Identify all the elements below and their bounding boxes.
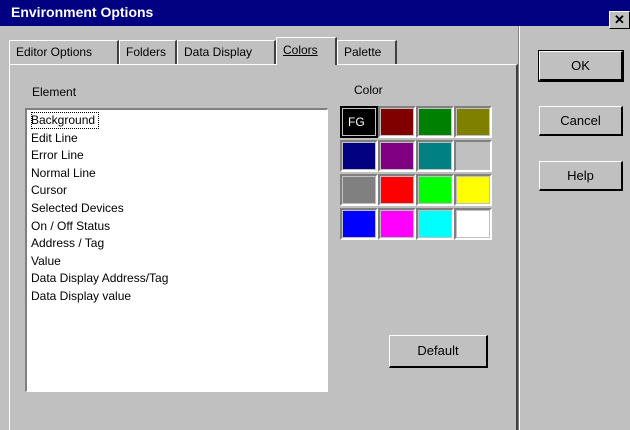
swatch-fill (457, 177, 489, 203)
swatch-fill (419, 177, 451, 203)
color-swatch[interactable] (340, 174, 378, 206)
color-swatch[interactable] (454, 208, 492, 240)
swatch-fill (381, 177, 413, 203)
swatch-fill (419, 211, 451, 237)
swatch-fill (457, 143, 489, 169)
swatch-fill (381, 211, 413, 237)
list-item[interactable]: Edit Line (31, 130, 78, 147)
tab-data-display[interactable]: Data Display (177, 40, 276, 64)
color-swatch[interactable] (378, 208, 416, 240)
default-button[interactable]: Default (389, 335, 488, 368)
tab-label: Editor Options (16, 45, 93, 59)
swatch-fill (419, 109, 451, 135)
ok-button[interactable]: OK (538, 50, 624, 82)
list-item[interactable]: Value (31, 253, 61, 270)
list-item[interactable]: Cursor (31, 182, 67, 199)
swatch-fill (343, 143, 375, 169)
color-swatch[interactable] (340, 208, 378, 240)
close-button[interactable]: ✕ (609, 11, 630, 29)
swatch-fill (419, 143, 451, 169)
cancel-button-label: Cancel (560, 113, 601, 128)
list-item[interactable]: Selected Devices (31, 200, 124, 217)
swatch-fill (343, 211, 375, 237)
color-swatch[interactable] (340, 140, 378, 172)
swatch-fill (381, 109, 413, 135)
swatch-fill (457, 109, 489, 135)
fg-marker: FG (348, 115, 365, 129)
ok-button-label: OK (571, 58, 590, 73)
list-item[interactable]: Data Display Address/Tag (31, 270, 168, 287)
list-item[interactable]: Normal Line (31, 165, 96, 182)
list-item[interactable]: Error Line (31, 147, 84, 164)
element-label: Element (32, 85, 77, 99)
color-swatch[interactable] (416, 208, 454, 240)
color-swatch[interactable] (416, 174, 454, 206)
window-title: Environment Options (11, 4, 154, 20)
color-swatch[interactable] (454, 140, 492, 172)
color-label: Color (354, 83, 383, 97)
color-swatch[interactable] (416, 106, 454, 138)
tab-colors[interactable]: Colors (276, 37, 337, 65)
help-button[interactable]: Help (539, 161, 623, 191)
color-swatch[interactable] (378, 140, 416, 172)
tab-palette[interactable]: Palette (337, 40, 397, 64)
list-item[interactable]: Background (31, 112, 100, 129)
color-swatch[interactable]: FG (340, 106, 378, 138)
swatch-fill (343, 177, 375, 203)
tab-label: Palette (344, 45, 382, 59)
environment-options-dialog: Environment Options ✕ Editor Options Fol… (0, 0, 630, 430)
tab-folders[interactable]: Folders (119, 40, 177, 64)
help-button-label: Help (567, 168, 594, 183)
swatch-fill (457, 211, 489, 237)
title-bar: Environment Options (0, 0, 630, 26)
cancel-button[interactable]: Cancel (539, 106, 623, 136)
list-item[interactable]: On / Off Status (31, 218, 110, 235)
color-swatch[interactable] (378, 174, 416, 206)
default-button-label: Default (417, 343, 459, 358)
color-swatch[interactable] (416, 140, 454, 172)
tab-label: Folders (126, 45, 167, 59)
list-item[interactable]: Data Display value (31, 288, 131, 305)
color-swatch[interactable] (378, 106, 416, 138)
tab-editor-options[interactable]: Editor Options (9, 40, 119, 64)
list-item[interactable]: Address / Tag (31, 235, 104, 252)
color-swatch[interactable] (454, 106, 492, 138)
swatch-fill (381, 143, 413, 169)
close-icon: ✕ (614, 12, 625, 27)
element-listbox[interactable]: Background Edit Line Error Line Normal Line… (25, 108, 328, 392)
tab-label: Colors (283, 43, 318, 57)
button-area-divider (518, 26, 520, 430)
color-swatch[interactable] (454, 174, 492, 206)
tab-label: Data Display (184, 45, 253, 59)
